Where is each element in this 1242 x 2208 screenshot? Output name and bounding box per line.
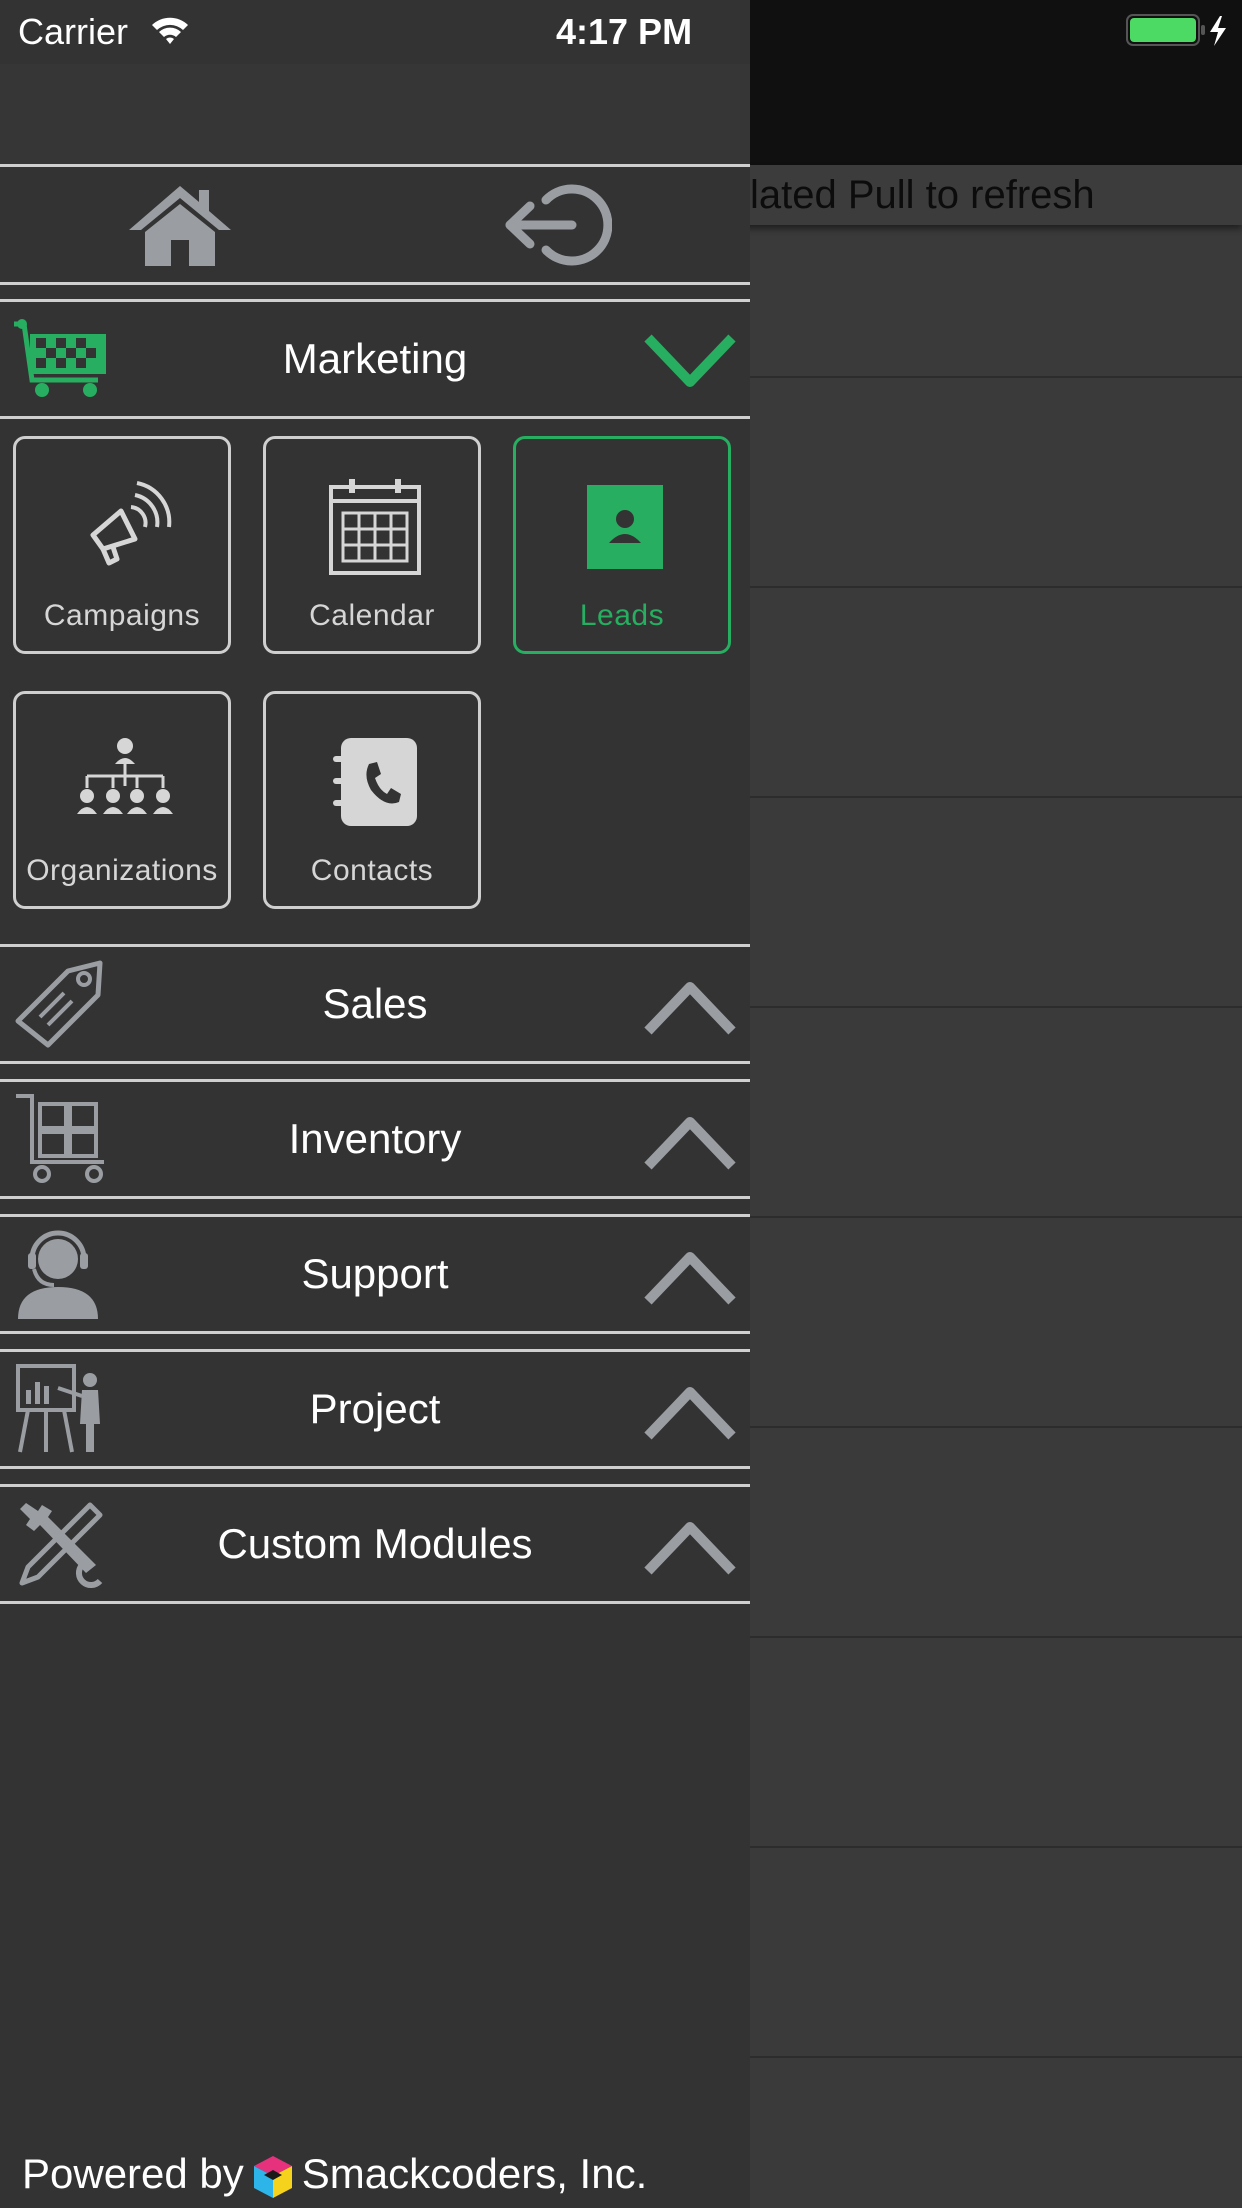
section-label: Support	[301, 1250, 449, 1297]
tile-organizations[interactable]: Organizations	[13, 691, 231, 909]
wifi-icon	[152, 17, 188, 44]
side-drawer: Marketing Campaigns Calendar Leads Organ…	[0, 0, 750, 2208]
tile-label: Campaigns	[43, 599, 201, 632]
company-name: Smackcoders, Inc.	[301, 2150, 648, 2197]
chevron-down-icon	[644, 334, 736, 387]
divider	[0, 1466, 750, 1469]
divider	[0, 1601, 750, 1604]
battery-charging-icon	[1126, 14, 1226, 46]
status-time: 4:17 PM	[556, 11, 693, 52]
divider	[0, 1196, 750, 1199]
home-icon	[129, 186, 231, 266]
chevron-up-icon	[644, 1252, 736, 1305]
tile-label: Leads	[579, 599, 665, 632]
powered-by-footer: Powered by Smackcoders, Inc.	[22, 2148, 647, 2200]
section-label: Marketing	[282, 335, 468, 382]
section-sales[interactable]: Sales	[0, 947, 750, 1061]
chevron-up-icon	[644, 982, 736, 1035]
section-project[interactable]: Project	[0, 1352, 750, 1466]
home-button[interactable]	[125, 182, 235, 268]
tile-label: Organizations	[26, 854, 218, 887]
divider	[0, 416, 750, 419]
section-label: Custom Modules	[217, 1520, 533, 1567]
powered-by-label: Powered by	[22, 2150, 244, 2197]
megaphone-icon	[90, 481, 172, 566]
divider	[0, 1061, 750, 1064]
tile-contacts[interactable]: Contacts	[263, 691, 481, 909]
chevron-up-icon	[644, 1387, 736, 1440]
pull-to-refresh-text: lated Pull to refresh	[750, 173, 1095, 217]
logout-button[interactable]	[500, 182, 613, 268]
chevron-up-icon	[644, 1522, 736, 1575]
divider	[0, 1331, 750, 1334]
divider	[0, 282, 750, 285]
chevron-up-icon	[644, 1117, 736, 1170]
tile-label: Calendar	[309, 599, 435, 632]
logout-icon	[505, 184, 613, 266]
carrier-label: Carrier	[18, 11, 129, 52]
section-label: Sales	[322, 980, 428, 1027]
section-marketing[interactable]: Marketing	[0, 302, 750, 416]
section-label: Inventory	[288, 1115, 462, 1162]
section-custom-modules[interactable]: Custom Modules	[0, 1487, 750, 1601]
tile-calendar[interactable]: Calendar	[263, 436, 481, 654]
org-chart-icon	[77, 738, 173, 814]
address-book-icon	[333, 738, 417, 826]
contact-card-icon	[587, 485, 663, 569]
section-label: Project	[309, 1385, 441, 1432]
smackcoders-logo-icon	[253, 2155, 292, 2198]
tile-label: Contacts	[310, 854, 434, 887]
calendar-icon	[329, 479, 421, 575]
section-inventory[interactable]: Inventory	[0, 1082, 750, 1196]
section-support[interactable]: Support	[0, 1217, 750, 1331]
drawer-top-bar	[0, 64, 750, 164]
tile-leads[interactable]: Leads	[513, 436, 731, 654]
tile-campaigns[interactable]: Campaigns	[13, 436, 231, 654]
divider	[0, 164, 750, 167]
